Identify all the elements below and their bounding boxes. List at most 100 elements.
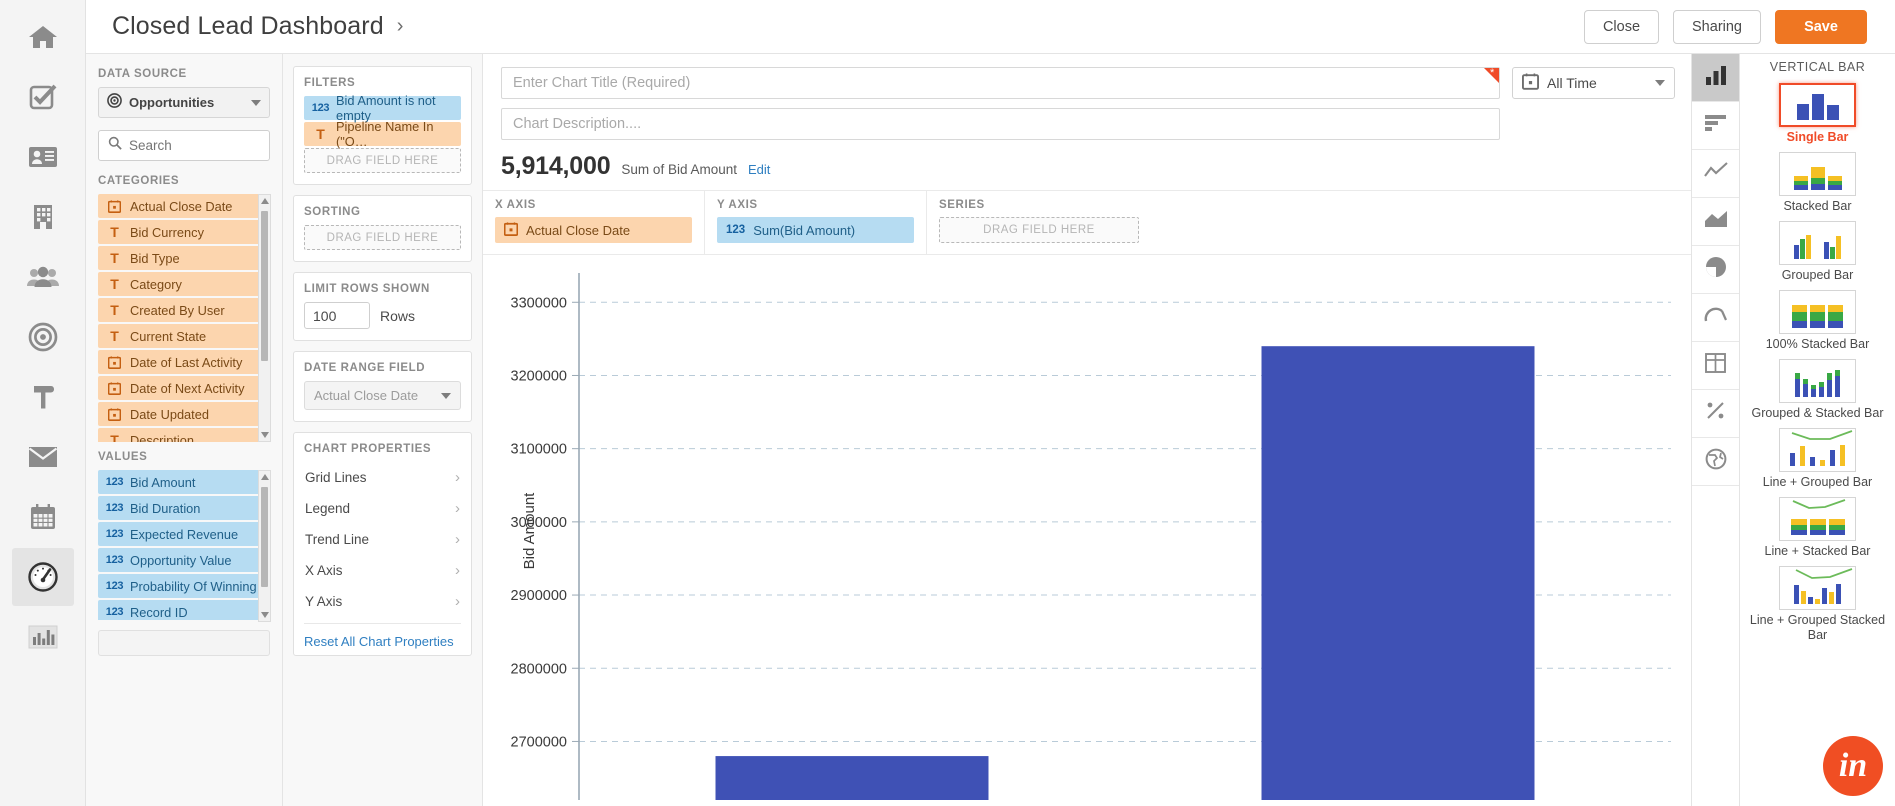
field-chip[interactable]: Actual Close Date	[98, 194, 270, 218]
svg-text:2900000: 2900000	[511, 588, 567, 604]
summary-edit-link[interactable]: Edit	[748, 162, 770, 177]
nav-companies[interactable]	[12, 188, 74, 246]
field-chip[interactable]: Date of Last Activity	[98, 350, 270, 374]
chart-family-table[interactable]	[1692, 342, 1739, 390]
nav-home[interactable]	[12, 8, 74, 66]
chart-type-option[interactable]: Line + Stacked Bar	[1740, 496, 1895, 559]
chart-type-label: Grouped Bar	[1781, 267, 1854, 282]
dashboard-gauge-icon	[27, 561, 59, 593]
field-chip-label: Date of Next Activity	[130, 380, 245, 396]
chart-properties-list: Grid Lines › Legend › Trend Line › X Axis › Y Ax…	[304, 462, 461, 617]
chart-family-vertical-bar[interactable]	[1692, 54, 1739, 102]
filters-dropzone[interactable]: DRAG FIELD HERE	[304, 148, 461, 173]
chart-type-option[interactable]: Grouped & Stacked Bar	[1740, 358, 1895, 421]
field-chip[interactable]: Date of Next Activity	[98, 376, 270, 400]
scroll-up-icon[interactable]	[260, 198, 269, 204]
values-scrollbar[interactable]	[258, 470, 271, 622]
chart-family-area[interactable]	[1692, 198, 1739, 246]
sharing-button[interactable]: Sharing	[1673, 9, 1761, 44]
chart-type-option[interactable]: 100% Stacked Bar	[1740, 289, 1895, 352]
target-opportunities-icon	[107, 92, 122, 113]
chart-type-option[interactable]: Stacked Bar	[1740, 151, 1895, 214]
close-button[interactable]: Close	[1583, 9, 1660, 44]
scroll-up-icon[interactable]	[260, 474, 269, 480]
chart-property-row[interactable]: Grid Lines ›	[304, 462, 461, 493]
chart-property-row[interactable]: Trend Line ›	[304, 524, 461, 555]
text-icon: T	[316, 126, 325, 142]
x-axis-field-chip[interactable]: Actual Close Date	[495, 217, 692, 243]
field-chip[interactable]: 123 Opportunity Value	[98, 548, 270, 572]
series-dropzone[interactable]: DRAG FIELD HERE	[939, 217, 1139, 243]
field-chip[interactable]: T Pipeline Name In ("O…	[304, 119, 461, 149]
field-chip[interactable]: 123 Bid Duration	[98, 496, 270, 520]
field-chip[interactable]: 123 Record ID	[98, 600, 270, 620]
chart-type-option[interactable]: Line + Grouped Bar	[1740, 427, 1895, 490]
scrollbar-thumb[interactable]	[261, 487, 268, 587]
chart-type-option[interactable]: Single Bar	[1740, 82, 1895, 145]
chart-family-line[interactable]	[1692, 150, 1739, 198]
filters-pane: FILTERS 123 Bid Amount is not empty T Pipel…	[283, 54, 483, 806]
field-chip-label: Created By User	[130, 302, 225, 318]
save-button[interactable]: Save	[1775, 9, 1867, 44]
nav-reports[interactable]	[12, 608, 74, 666]
chart-description-input[interactable]	[501, 108, 1500, 140]
field-chip[interactable]: T Category	[98, 272, 270, 296]
field-chip[interactable]: T Current State	[98, 324, 270, 348]
chart-properties-card: CHART PROPERTIES Grid Lines › Legend › Trend…	[293, 432, 472, 656]
data-source-select[interactable]: Opportunities	[98, 87, 270, 118]
x-axis-cell: X AXIS Actual Close Date	[483, 191, 705, 254]
nav-contacts[interactable]	[12, 128, 74, 186]
chart-type-thumbnail-icon	[1779, 565, 1856, 610]
scrollbar-thumb[interactable]	[261, 211, 268, 361]
nav-people[interactable]	[12, 248, 74, 306]
chart-type-option[interactable]: Grouped Bar	[1740, 220, 1895, 283]
date-icon	[106, 407, 123, 421]
scroll-down-icon[interactable]	[260, 432, 269, 438]
nav-email[interactable]	[12, 428, 74, 486]
title-chevron-icon[interactable]: ›	[397, 15, 404, 38]
field-chip[interactable]: T Created By User	[98, 298, 270, 322]
chart-title-input[interactable]	[501, 67, 1500, 99]
sorting-dropzone[interactable]: DRAG FIELD HERE	[304, 225, 461, 250]
chart-property-row[interactable]: X Axis ›	[304, 555, 461, 586]
nav-projects[interactable]	[12, 368, 74, 426]
chart-family-map[interactable]	[1692, 438, 1739, 486]
categories-scrollbar[interactable]	[258, 194, 271, 442]
chart-type-panel: VERTICAL BAR Single Bar Stacked Bar Groupe…	[1692, 54, 1895, 806]
date-filter-button[interactable]: All Time	[1512, 67, 1675, 99]
field-chip[interactable]: 123 Bid Amount	[98, 470, 270, 494]
app-navigation-rail	[0, 0, 86, 806]
reset-chart-properties-link[interactable]: Reset All Chart Properties	[304, 623, 461, 649]
scroll-down-icon[interactable]	[260, 612, 269, 618]
categories-scroll: Actual Close Date T Bid Currency T Bid Type T…	[98, 194, 271, 442]
field-search-box[interactable]	[98, 130, 306, 161]
chart-type-option[interactable]: Line + Grouped Stacked Bar	[1740, 565, 1895, 643]
chart-title-wrap	[501, 67, 1500, 99]
chart-property-row[interactable]: Legend ›	[304, 493, 461, 524]
field-chip[interactable]: T Description	[98, 428, 270, 442]
search-input[interactable]	[129, 138, 306, 153]
field-chip[interactable]: 123 Expected Revenue	[98, 522, 270, 546]
nav-calendar[interactable]	[12, 488, 74, 546]
date-range-select[interactable]: Actual Close Date	[304, 381, 461, 410]
people-group-icon	[26, 265, 59, 289]
chart-type-label: Stacked Bar	[1783, 198, 1852, 213]
field-chip[interactable]: 123 Bid Amount is not empty	[304, 93, 461, 123]
nav-tasks[interactable]	[12, 68, 74, 126]
limit-rows-input[interactable]	[304, 302, 370, 329]
chart-family-pie[interactable]	[1692, 246, 1739, 294]
y-axis-field-chip[interactable]: 123 Sum(Bid Amount)	[717, 217, 914, 243]
date-filter-label: All Time	[1547, 75, 1597, 91]
invision-badge-icon[interactable]: in	[1823, 736, 1883, 796]
field-chip[interactable]: 123 Probability Of Winning	[98, 574, 270, 598]
chart-family-horizontal-bar[interactable]	[1692, 102, 1739, 150]
limit-rows-card: LIMIT ROWS SHOWN Rows	[293, 272, 472, 341]
chart-family-gauge[interactable]	[1692, 294, 1739, 342]
nav-opportunities[interactable]	[12, 308, 74, 366]
chart-family-percent[interactable]	[1692, 390, 1739, 438]
field-chip[interactable]: T Bid Currency	[98, 220, 270, 244]
field-chip[interactable]: Date Updated	[98, 402, 270, 426]
chart-property-row[interactable]: Y Axis ›	[304, 586, 461, 617]
nav-dashboard[interactable]	[11, 548, 74, 606]
field-chip[interactable]: T Bid Type	[98, 246, 270, 270]
